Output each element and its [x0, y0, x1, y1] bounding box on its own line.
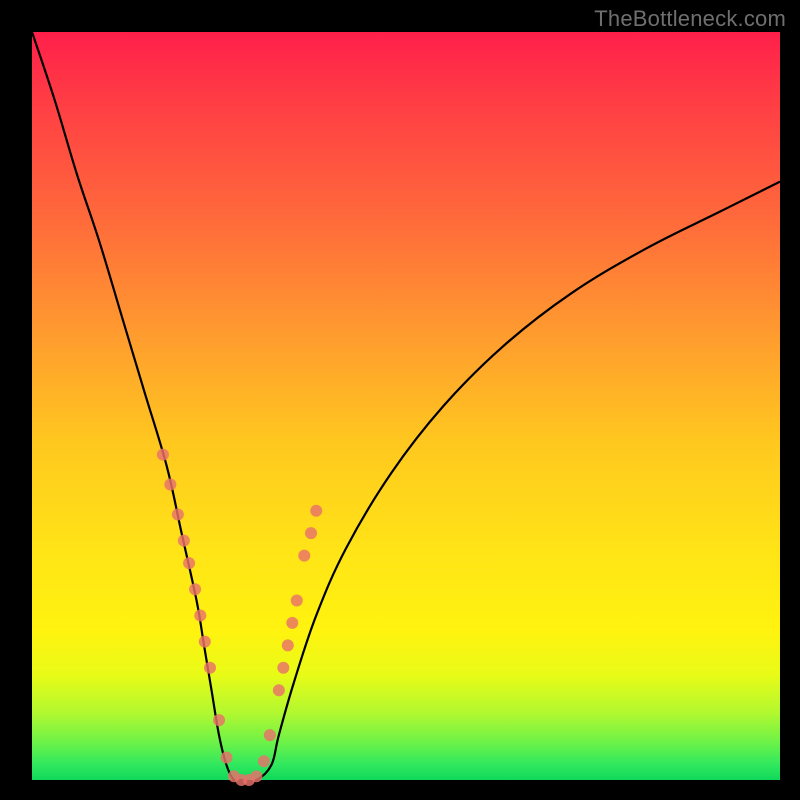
curve-dot: [189, 583, 201, 595]
curve-dot: [310, 505, 322, 517]
watermark-label: TheBottleneck.com: [594, 6, 786, 32]
curve-layer: [32, 32, 780, 780]
curve-dot: [298, 550, 310, 562]
curve-dot: [194, 609, 206, 621]
curve-dot: [250, 770, 262, 782]
bottleneck-curve: [32, 32, 780, 781]
curve-dot: [277, 662, 289, 674]
curve-dot: [305, 527, 317, 539]
curve-dot: [199, 636, 211, 648]
plot-area: [32, 32, 780, 780]
curve-dot: [172, 508, 184, 520]
curve-dot: [286, 617, 298, 629]
curve-dot: [164, 479, 176, 491]
curve-dot: [183, 557, 195, 569]
curve-dot: [178, 535, 190, 547]
curve-dot: [213, 714, 225, 726]
curve-dot: [258, 755, 270, 767]
curve-dot: [204, 662, 216, 674]
chart-frame: TheBottleneck.com: [0, 0, 800, 800]
curve-dot: [273, 684, 285, 696]
curve-dots: [157, 449, 322, 786]
curve-dot: [282, 639, 294, 651]
curve-dot: [220, 752, 232, 764]
curve-dot: [291, 594, 303, 606]
curve-dot: [157, 449, 169, 461]
curve-dot: [264, 729, 276, 741]
